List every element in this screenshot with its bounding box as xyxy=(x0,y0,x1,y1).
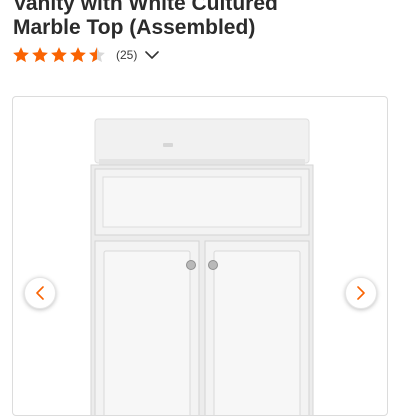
vanity-product-image[interactable] xyxy=(89,117,315,416)
star-icon xyxy=(51,47,67,63)
star-rating xyxy=(12,46,106,64)
product-title-line-2: Marble Top (Assembled) xyxy=(13,16,256,39)
chevron-down-icon[interactable] xyxy=(145,50,160,60)
star-half-icon xyxy=(89,47,105,63)
product-title: Vanity with White Cultured Marble Top (A… xyxy=(13,0,373,40)
previous-image-button[interactable] xyxy=(24,277,56,309)
review-count[interactable]: (25) xyxy=(116,48,137,62)
star-icon xyxy=(70,47,86,63)
rating-summary[interactable]: (25) xyxy=(12,44,160,66)
product-title-line-1: Vanity with White Cultured xyxy=(13,0,278,15)
chevron-right-icon xyxy=(357,286,365,300)
next-image-button[interactable] xyxy=(345,277,377,309)
product-image-gallery[interactable] xyxy=(12,96,388,416)
share-icon[interactable] xyxy=(380,0,394,8)
chevron-left-icon xyxy=(36,286,44,300)
star-icon xyxy=(13,47,29,63)
star-icon xyxy=(32,47,48,63)
